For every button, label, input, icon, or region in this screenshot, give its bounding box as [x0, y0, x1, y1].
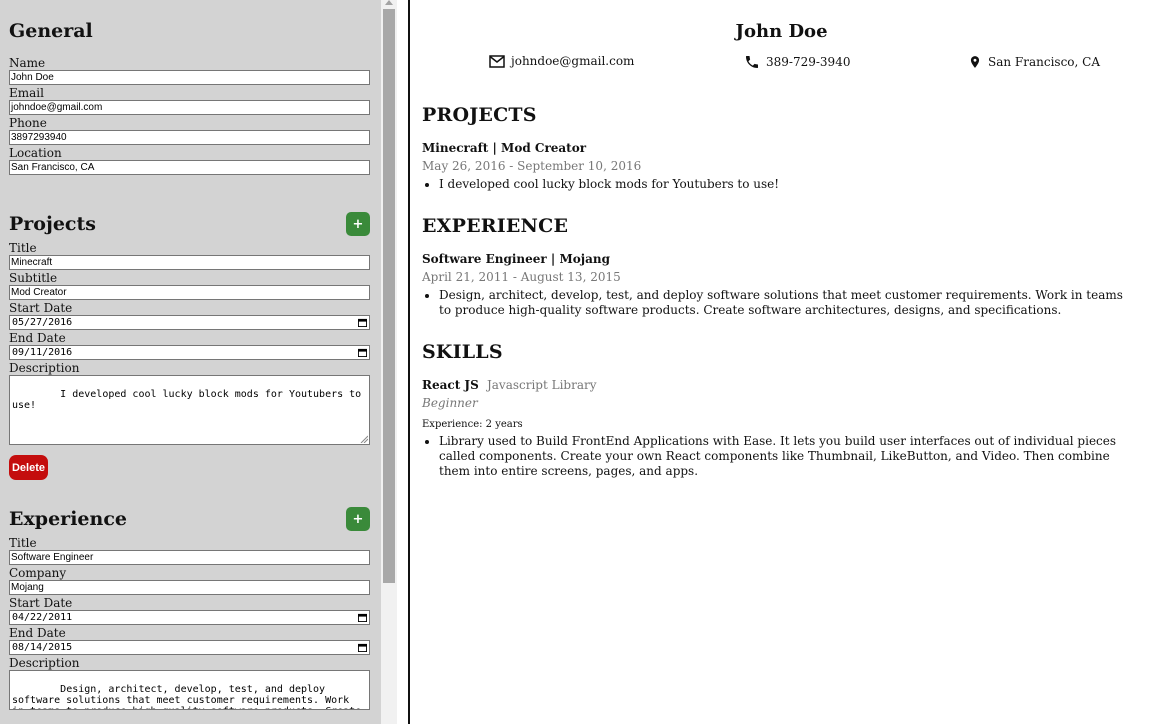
project-title-input[interactable]: Minecraft: [9, 255, 370, 270]
email-label: Email: [9, 86, 44, 100]
location-input[interactable]: San Francisco, CA: [9, 160, 370, 175]
mail-icon: [489, 54, 505, 68]
editor-scrollbar[interactable]: [381, 0, 397, 724]
project-subtitle-input[interactable]: Mod Creator: [9, 285, 370, 300]
experience-description-textarea[interactable]: Design, architect, develop, test, and de…: [9, 670, 370, 710]
resume-skill-bullet: Library used to Build FrontEnd Applicati…: [439, 434, 1138, 479]
resume-skill-level: Beginner: [422, 396, 478, 410]
resume-project-dates: May 26, 2016 - September 10, 2016: [422, 159, 642, 173]
editor-panel: General Name John Doe Email johndoe@gmai…: [0, 0, 381, 724]
resume-email: johndoe@gmail.com: [489, 54, 634, 68]
project-title-label: Title: [9, 241, 37, 255]
add-experience-button[interactable]: +: [346, 507, 370, 531]
resume-experience-heading: EXPERIENCE: [422, 215, 569, 237]
calendar-icon[interactable]: [358, 348, 367, 357]
experience-start-date-input[interactable]: 04/22/2011: [9, 610, 370, 625]
resume-project-bullet: I developed cool lucky block mods for Yo…: [439, 177, 1138, 192]
scrollbar-thumb[interactable]: [383, 9, 395, 583]
experience-start-date-label: Start Date: [9, 596, 73, 610]
experience-start-date-value: 04/22/2011: [12, 612, 73, 623]
resume-preview: John Doe johndoe@gmail.com 389-729-3940 …: [410, 0, 1153, 724]
resume-project-title: Minecraft | Mod Creator: [422, 141, 587, 155]
resume-projects-heading: PROJECTS: [422, 104, 537, 126]
location-label: Location: [9, 146, 62, 160]
projects-heading: Projects: [9, 213, 96, 235]
location-pin-icon: [970, 56, 980, 68]
resume-skill-experience: Experience: 2 years: [422, 419, 523, 430]
resume-skill-title: React JS Javascript Library: [422, 378, 597, 392]
resume-experience-dates: April 21, 2011 - August 13, 2015: [422, 270, 621, 284]
phone-input[interactable]: 3897293940: [9, 130, 370, 145]
experience-end-date-input[interactable]: 08/14/2015: [9, 640, 370, 655]
resume-skills-heading: SKILLS: [422, 341, 503, 363]
experience-company-label: Company: [9, 566, 67, 580]
resume-project-bullets: I developed cool lucky block mods for Yo…: [422, 177, 1138, 192]
project-start-date-label: Start Date: [9, 301, 73, 315]
phone-icon: [746, 56, 758, 68]
resume-skill-name: React JS: [422, 378, 479, 392]
projects-section-header: Projects +: [9, 211, 370, 237]
project-description-label: Description: [9, 361, 80, 375]
project-description-textarea[interactable]: I developed cool lucky block mods for Yo…: [9, 375, 370, 445]
name-input[interactable]: John Doe: [9, 70, 370, 85]
experience-heading: Experience: [9, 508, 127, 530]
project-subtitle-label: Subtitle: [9, 271, 58, 285]
calendar-icon[interactable]: [358, 318, 367, 327]
project-start-date-value: 05/27/2016: [12, 317, 73, 328]
resume-experience-bullet: Design, architect, develop, test, and de…: [439, 288, 1138, 318]
resume-email-text: johndoe@gmail.com: [511, 54, 635, 68]
calendar-icon[interactable]: [358, 613, 367, 622]
resume-skill-category: Javascript Library: [486, 378, 597, 392]
project-end-date-value: 09/11/2016: [12, 347, 73, 358]
resume-name: John Doe: [735, 21, 828, 42]
experience-end-date-label: End Date: [9, 626, 66, 640]
experience-description-text: Design, architect, develop, test, and de…: [12, 684, 361, 709]
experience-description-label: Description: [9, 656, 80, 670]
project-end-date-label: End Date: [9, 331, 66, 345]
scroll-up-arrow-icon[interactable]: [385, 0, 393, 5]
resume-experience-title: Software Engineer | Mojang: [422, 252, 610, 266]
experience-section-header: Experience +: [9, 506, 370, 532]
delete-project-button[interactable]: Delete: [9, 455, 48, 480]
resume-phone: 389-729-3940: [744, 54, 850, 70]
resume-phone-text: 389-729-3940: [766, 55, 851, 69]
resume-skill-bullets: Library used to Build FrontEnd Applicati…: [422, 434, 1138, 479]
resume-experience-bullets: Design, architect, develop, test, and de…: [422, 288, 1138, 318]
email-input[interactable]: johndoe@gmail.com: [9, 100, 370, 115]
general-heading: General: [9, 20, 93, 42]
experience-title-input[interactable]: Software Engineer: [9, 550, 370, 565]
experience-end-date-value: 08/14/2015: [12, 642, 73, 653]
resume-location: San Francisco, CA: [968, 54, 1100, 70]
project-end-date-input[interactable]: 09/11/2016: [9, 345, 370, 360]
project-start-date-input[interactable]: 05/27/2016: [9, 315, 370, 330]
general-section-header: General: [9, 0, 370, 62]
resize-grip-icon[interactable]: [360, 435, 368, 443]
calendar-icon[interactable]: [358, 643, 367, 652]
resume-location-text: San Francisco, CA: [988, 55, 1101, 69]
add-project-button[interactable]: +: [346, 212, 370, 236]
experience-company-input[interactable]: Mojang: [9, 580, 370, 595]
experience-title-label: Title: [9, 536, 37, 550]
phone-label: Phone: [9, 116, 47, 130]
project-description-text: I developed cool lucky block mods for Yo…: [12, 389, 368, 411]
